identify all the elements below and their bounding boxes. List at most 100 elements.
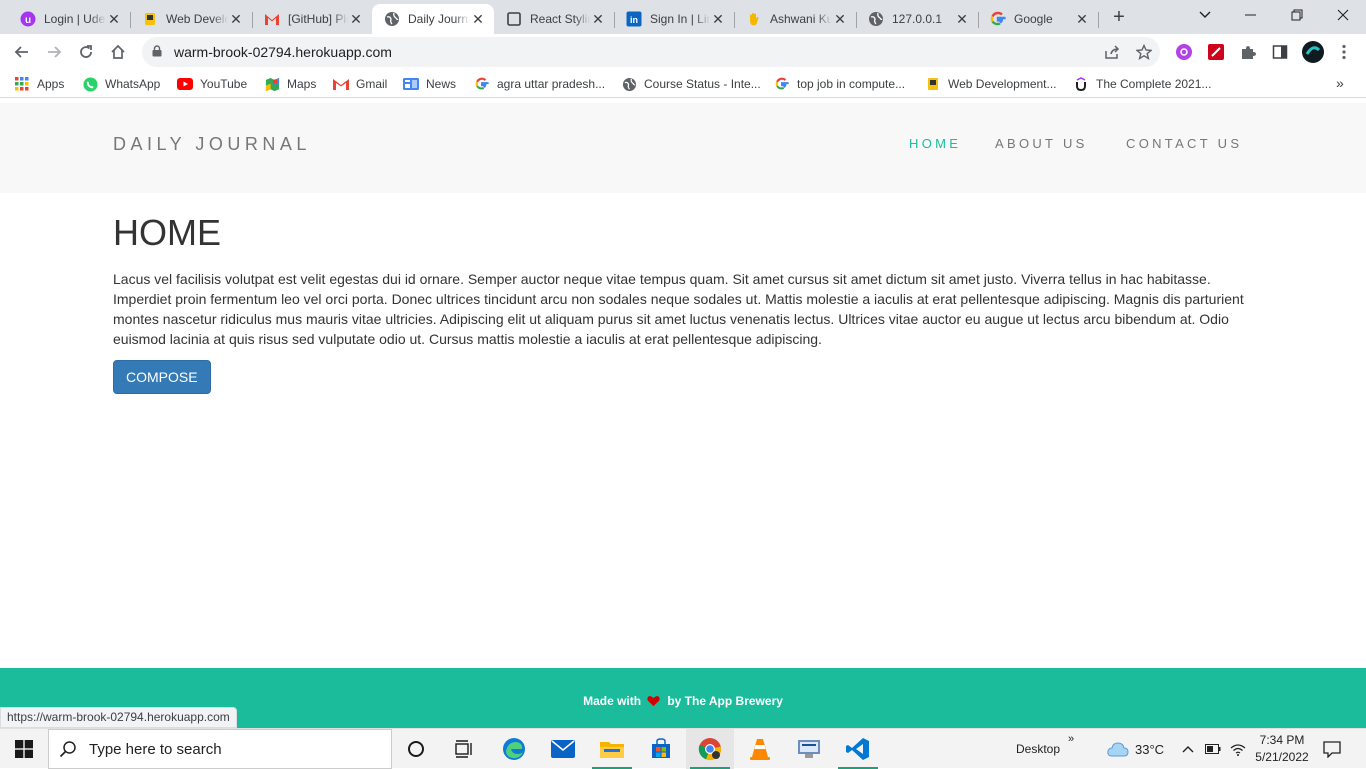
share-button[interactable] [1101,41,1123,63]
bookmark-agra[interactable]: agra uttar pradesh... [474,75,605,93]
globe-icon [868,11,884,27]
tab-ashwani[interactable]: Ashwani Kumar ✕ [734,4,857,34]
tab-web-development[interactable]: Web Development ✕ [130,4,253,34]
bookmark-icon [142,11,158,27]
close-icon[interactable]: ✕ [1074,11,1090,27]
tab-title: Daily Journal [408,12,470,26]
tray-chevron-up-icon[interactable] [1182,729,1194,769]
nav-about-us[interactable]: ABOUT US [995,136,1088,151]
taskbar-edge[interactable] [490,729,538,769]
restore-button[interactable] [1274,0,1320,30]
edge-icon [503,738,525,760]
udemy-icon: u [20,11,36,27]
tab-localhost[interactable]: 127.0.0.1 ✕ [856,4,979,34]
close-icon[interactable]: ✕ [470,11,486,27]
home-paragraph: Lacus vel facilisis volutpat est velit e… [113,271,1244,347]
tab-search-button[interactable] [1182,0,1228,30]
taskbar-vlc[interactable] [736,729,784,769]
home-button[interactable] [104,38,132,66]
more-vertical-icon [1342,44,1346,60]
clock-time: 7:34 PM [1259,733,1305,747]
minimize-button[interactable] [1228,0,1274,30]
taskbar-vscode[interactable] [834,729,882,769]
start-button[interactable] [0,729,48,769]
bookmark-whatsapp[interactable]: WhatsApp [82,75,160,93]
side-panel-icon[interactable] [1270,42,1290,62]
desktop-toolbar-label[interactable]: Desktop [1016,729,1060,769]
taskbar-mail[interactable] [539,729,587,769]
bookmark-gmail[interactable]: Gmail [333,75,387,93]
system-clock[interactable]: 7:34 PM 5/21/2022 [1252,732,1312,766]
address-bar[interactable]: warm-brook-02794.herokuapp.com [142,37,1160,67]
close-icon[interactable]: ✕ [832,11,848,27]
browser-menu-button[interactable] [1334,42,1354,62]
youtube-icon [177,76,193,92]
toolbar-overflow-icon[interactable]: » [1068,719,1074,759]
clock-date: 5/21/2022 [1255,750,1309,764]
compose-button[interactable]: COMPOSE [113,360,211,394]
task-view-button[interactable] [440,729,488,769]
taskbar-chrome[interactable] [686,729,734,769]
task-view-icon [455,740,472,758]
udemy-icon [1073,76,1089,92]
bookmark-web-development[interactable]: Web Development... [925,75,1057,93]
tab-daily-journal[interactable]: Daily Journal ✕ [372,4,494,34]
bookmark-label: top job in compute... [797,77,906,91]
bookmark-top-job[interactable]: top job in compute... [774,75,905,93]
search-icon [59,741,76,758]
close-icon[interactable]: ✕ [106,11,122,27]
vscode-icon [846,738,869,760]
site-brand[interactable]: DAILY JOURNAL [113,134,311,155]
close-icon[interactable]: ✕ [710,11,726,27]
taskbar-network-app[interactable] [785,729,833,769]
taskbar-store[interactable] [637,729,685,769]
forward-button[interactable] [40,38,68,66]
close-window-button[interactable] [1320,0,1366,30]
cortana-button[interactable] [392,729,440,769]
tab-title: Ashwani Kumar [770,12,832,26]
tab-google[interactable]: Google ✕ [978,4,1099,34]
tab-react-styling[interactable]: React Styling ✕ [494,4,615,34]
bookmark-complete-2021[interactable]: The Complete 2021... [1073,75,1211,93]
back-button[interactable] [8,38,36,66]
nav-home[interactable]: HOME [909,136,961,151]
bookmark-apps[interactable]: Apps [14,75,64,93]
weather-widget[interactable]: 33°C [1107,729,1164,769]
close-icon[interactable]: ✕ [590,11,606,27]
tab-udemy-login[interactable]: u Login | Udemy ✕ [8,4,131,34]
extensions-puzzle-icon[interactable] [1238,42,1258,62]
home-icon [111,44,125,59]
reload-button[interactable] [72,38,100,66]
bookmark-youtube[interactable]: YouTube [177,75,247,93]
linkedin-icon: in [626,11,642,27]
tab-github-gmail[interactable]: [GitHub] Please verify ✕ [252,4,373,34]
nav-contact-us[interactable]: CONTACT US [1126,136,1242,151]
web-page: DAILY JOURNAL HOME ABOUT US CONTACT US H… [0,103,1366,668]
apps-grid-icon [14,76,30,92]
new-tab-button[interactable]: + [1108,6,1130,28]
notifications-icon[interactable] [1323,729,1341,769]
bookmark-label: Gmail [356,77,388,91]
globe-icon [621,76,637,92]
close-icon[interactable]: ✕ [228,11,244,27]
bookmark-star-button[interactable] [1133,41,1155,63]
extension-purple-icon[interactable] [1174,42,1194,62]
chevron-down-icon [1199,11,1211,18]
wifi-icon[interactable] [1230,729,1246,769]
windows-logo-icon [15,740,33,758]
profile-avatar[interactable] [1301,40,1325,64]
bookmark-news[interactable]: News [403,75,456,93]
taskbar-search-input[interactable]: Type here to search [48,729,392,769]
tab-title: Web Development [166,12,228,26]
bookmarks-overflow-icon[interactable]: » [1336,75,1344,91]
close-icon[interactable]: ✕ [954,11,970,27]
bookmark-maps[interactable]: Maps [264,75,316,93]
battery-icon[interactable] [1205,729,1221,769]
extension-red-icon[interactable] [1206,42,1226,62]
bookmark-label: Apps [37,77,65,91]
tab-linkedin[interactable]: in Sign In | LinkedIn ✕ [614,4,735,34]
bookmark-course-status[interactable]: Course Status - Inte... [621,75,761,93]
close-icon[interactable]: ✕ [348,11,364,27]
news-icon [403,76,419,92]
taskbar-file-explorer[interactable] [588,729,636,769]
